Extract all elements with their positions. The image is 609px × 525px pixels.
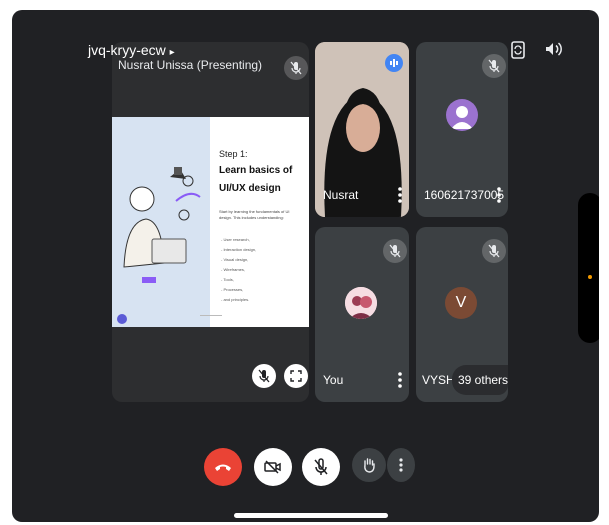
- mic-off-icon: [383, 239, 407, 263]
- presenter-label: Nusrat Unissa (Presenting): [118, 58, 263, 72]
- profile-photo: [345, 287, 377, 319]
- presentation-slide: Step 1: Learn basics of UI/UX design Sta…: [112, 117, 309, 327]
- participant-name: 160621737005: [424, 188, 505, 202]
- slide-divider: [200, 315, 222, 316]
- slide-bullet: - Processes,: [221, 287, 244, 292]
- hand-icon: [364, 458, 375, 473]
- mic-off-icon: [482, 54, 506, 78]
- camera-switch-icon[interactable]: [510, 40, 526, 60]
- slide-bullet: - Visual design,: [221, 257, 249, 262]
- participant-tile[interactable]: You: [315, 227, 409, 402]
- others-count-text: 39 others: [458, 373, 508, 387]
- avatar-initial: V: [455, 294, 467, 311]
- avatar: V: [445, 287, 477, 319]
- participant-name: Nusrat: [323, 188, 359, 202]
- more-options-button[interactable]: [387, 448, 415, 482]
- slide-bullet: - Tools,: [221, 277, 234, 282]
- more-options-icon[interactable]: [397, 186, 403, 204]
- more-options-icon[interactable]: [397, 371, 403, 389]
- side-panel-handle[interactable]: [578, 193, 599, 343]
- slide-bullet-list: - User research, - Interaction design, -…: [221, 235, 256, 305]
- camera-off-icon: [264, 460, 281, 474]
- slide-title-line1: Learn basics of: [219, 165, 293, 176]
- avatar: [345, 287, 377, 319]
- slide-illustration-panel: [112, 117, 210, 327]
- avatar: [446, 99, 478, 131]
- person-icon: [451, 106, 473, 129]
- slide-body-text: Start by learning the fundamentals of UI…: [219, 209, 290, 220]
- fullscreen-button[interactable]: [284, 364, 308, 388]
- slide-step: Step 1:: [219, 149, 248, 159]
- slide-bullet: - and principles.: [221, 297, 250, 302]
- participant-tile[interactable]: Nusrat: [315, 42, 409, 217]
- presentation-tile[interactable]: Step 1: Learn basics of UI/UX design Sta…: [112, 42, 309, 402]
- meeting-code[interactable]: jvq-kryy-ecw ▸: [88, 42, 175, 58]
- speaker-icon[interactable]: [544, 40, 562, 58]
- participant-tile[interactable]: 160621737005: [416, 42, 508, 217]
- participant-name: You: [323, 373, 344, 387]
- end-call-button[interactable]: [204, 448, 242, 486]
- recording-dot-icon: [588, 275, 592, 279]
- slide-bullet: - Wireframes,: [221, 267, 245, 272]
- presentation-mic-off-button[interactable]: [252, 364, 276, 388]
- slide-bullet: - Interaction design,: [221, 247, 257, 252]
- home-indicator: [234, 513, 388, 518]
- hang-up-icon: [215, 464, 231, 471]
- speaking-indicator-icon: [385, 54, 403, 72]
- mic-off-icon: [482, 239, 506, 263]
- raise-hand-button[interactable]: [352, 448, 386, 482]
- camera-toggle-button[interactable]: [254, 448, 292, 486]
- meet-window: Step 1: Learn basics of UI/UX design Sta…: [12, 10, 599, 522]
- presenter-mic-off-icon: [284, 56, 308, 80]
- others-count-badge[interactable]: 39 others: [452, 365, 508, 395]
- designer-illustration: [117, 167, 201, 324]
- chevron-right-icon: ▸: [169, 47, 175, 58]
- microphone-off-icon: [314, 458, 328, 475]
- participant-tile[interactable]: V VYSHN 39 others: [416, 227, 508, 402]
- slide-bullet: - User research,: [221, 237, 250, 242]
- slide-title-line2: UI/UX design: [219, 183, 281, 194]
- microphone-toggle-button[interactable]: [302, 448, 340, 486]
- more-options-icon[interactable]: [496, 186, 502, 204]
- meeting-code-text: jvq-kryy-ecw: [88, 42, 166, 58]
- more-vertical-icon: [399, 458, 403, 472]
